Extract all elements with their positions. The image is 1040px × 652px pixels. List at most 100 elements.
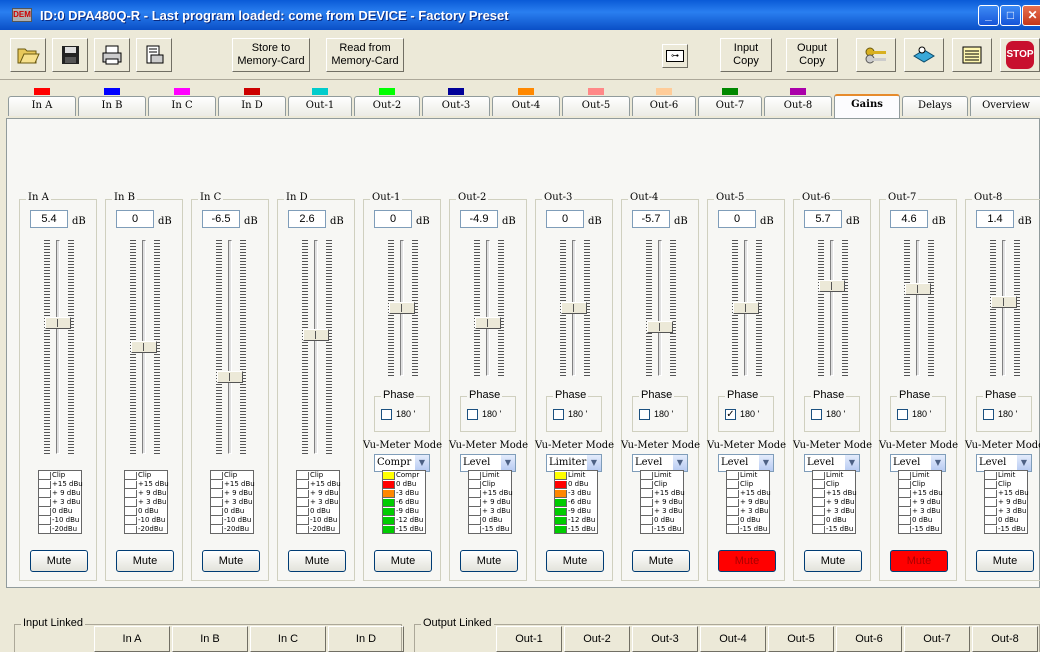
mute-button[interactable]: Mute (632, 550, 690, 572)
meter-segment (727, 508, 739, 516)
phase-checkbox[interactable] (639, 409, 650, 420)
gain-value-field[interactable]: 1.4 (976, 210, 1014, 228)
gain-fader-thumb[interactable] (991, 296, 1017, 308)
output-link-out-6-button[interactable]: Out-6 (836, 626, 902, 652)
gain-value-field[interactable]: 4.6 (890, 210, 928, 228)
tab-out-4[interactable]: Out-4 (492, 96, 560, 116)
phase-checkbox[interactable] (381, 409, 392, 420)
phase-label: Phase (467, 389, 503, 401)
output-link-out-4-button[interactable]: Out-4 (700, 626, 766, 652)
phase-checkbox[interactable] (897, 409, 908, 420)
tab-overview[interactable]: Overview (970, 96, 1040, 116)
mute-button[interactable]: Mute (116, 550, 174, 572)
output-link-out-3-button[interactable]: Out-3 (632, 626, 698, 652)
tab-out-2[interactable]: Out-2 (354, 96, 420, 116)
store-to-memory-card-button[interactable]: Store to Memory-Card (232, 38, 310, 72)
gain-fader-thumb[interactable] (45, 317, 71, 329)
print-preview-button[interactable] (136, 38, 172, 72)
lock-button[interactable]: ⊶ (662, 44, 688, 68)
phase-checkbox[interactable]: ✓ (725, 409, 736, 420)
mute-button[interactable]: Mute (288, 550, 346, 572)
gain-value-field[interactable]: 5.4 (30, 210, 68, 228)
tab-out-3[interactable]: Out-3 (422, 96, 490, 116)
input-link-in-a-button[interactable]: In A (94, 626, 170, 652)
phase-checkbox[interactable] (811, 409, 822, 420)
fader-scale (990, 240, 996, 376)
tab-in-d[interactable]: In D (218, 96, 286, 116)
tab-delays[interactable]: Delays (902, 96, 968, 116)
gain-value-field[interactable]: -6.5 (202, 210, 240, 228)
mute-button[interactable]: Mute (374, 550, 432, 572)
gain-fader-thumb[interactable] (561, 302, 587, 314)
input-copy-button[interactable]: Input Copy (720, 38, 772, 72)
meter-label: + 3 dBu (740, 507, 769, 515)
save-button[interactable] (52, 38, 88, 72)
tab-gains[interactable]: Gains (834, 94, 900, 118)
gain-fader-thumb[interactable] (131, 341, 157, 353)
input-link-in-c-button[interactable]: In C (250, 626, 326, 652)
input-link-in-b-button[interactable]: In B (172, 626, 248, 652)
gain-fader-thumb[interactable] (819, 280, 845, 292)
output-link-out-8-button[interactable]: Out-8 (972, 626, 1038, 652)
output-link-out-2-button[interactable]: Out-2 (564, 626, 630, 652)
tab-in-c[interactable]: In C (148, 96, 216, 116)
tab-out-5[interactable]: Out-5 (562, 96, 630, 116)
phase-checkbox[interactable] (553, 409, 564, 420)
gain-fader-thumb[interactable] (475, 317, 501, 329)
gain-fader-thumb[interactable] (389, 302, 415, 314)
tab-color-swatch (34, 88, 50, 95)
gain-value-field[interactable]: -5.7 (632, 210, 670, 228)
tab-in-a[interactable]: In A (8, 96, 76, 116)
read-from-memory-card-button[interactable]: Read from Memory-Card (326, 38, 404, 72)
mute-button[interactable]: Mute (460, 550, 518, 572)
gain-value-field[interactable]: 2.6 (288, 210, 326, 228)
channel-out-8: Out-8 1.4 dB Phase 180 ' Vu-Meter Mode Level… (965, 192, 1040, 581)
output-copy-button[interactable]: Ouput Copy (786, 38, 838, 72)
gain-fader-thumb[interactable] (217, 371, 243, 383)
tab-out-7[interactable]: Out-7 (698, 96, 762, 116)
close-icon[interactable]: ✕ (1022, 5, 1040, 26)
tab-out-6[interactable]: Out-6 (632, 96, 696, 116)
phase-checkbox[interactable] (983, 409, 994, 420)
gain-value-field[interactable]: 5.7 (804, 210, 842, 228)
stop-button[interactable]: STOP (1000, 38, 1040, 72)
tab-out-1[interactable]: Out-1 (288, 96, 352, 116)
meter-segment (297, 526, 309, 534)
gain-value-field[interactable]: 0 (374, 210, 412, 228)
gain-value-field[interactable]: 0 (718, 210, 756, 228)
output-link-out-5-button[interactable]: Out-5 (768, 626, 834, 652)
input-link-in-d-button[interactable]: In D (328, 626, 404, 652)
tab-out-8[interactable]: Out-8 (764, 96, 832, 116)
meter-segment (383, 472, 395, 480)
device-button[interactable] (904, 38, 944, 72)
tab-color-swatch (379, 88, 395, 95)
mute-button[interactable]: Mute (546, 550, 604, 572)
output-link-out-1-button[interactable]: Out-1 (496, 626, 562, 652)
phase-checkbox[interactable] (467, 409, 478, 420)
meter-segment (899, 517, 911, 525)
mute-button[interactable]: Mute (30, 550, 88, 572)
gain-value-field[interactable]: -4.9 (460, 210, 498, 228)
gain-value-field[interactable]: 0 (546, 210, 584, 228)
notes-button[interactable] (952, 38, 992, 72)
maximize-icon[interactable]: □ (1000, 5, 1021, 26)
gain-fader-thumb[interactable] (733, 302, 759, 314)
gain-fader-thumb[interactable] (647, 321, 673, 333)
mute-button[interactable]: Mute (718, 550, 776, 572)
mute-button[interactable]: Mute (976, 550, 1034, 572)
mute-button[interactable]: Mute (202, 550, 260, 572)
open-button[interactable] (10, 38, 46, 72)
mute-button[interactable]: Mute (890, 550, 948, 572)
gain-fader-thumb[interactable] (905, 283, 931, 295)
meter-segment (727, 499, 739, 507)
mute-button[interactable]: Mute (804, 550, 862, 572)
gain-fader-thumb[interactable] (303, 329, 329, 341)
meter-label: 0 dBu (654, 516, 675, 524)
output-link-out-7-button[interactable]: Out-7 (904, 626, 970, 652)
tab-in-b[interactable]: In B (78, 96, 146, 116)
keys-icon (865, 47, 886, 64)
keys-button[interactable] (856, 38, 896, 72)
print-button[interactable] (94, 38, 130, 72)
minimize-icon[interactable]: _ (978, 5, 999, 26)
gain-value-field[interactable]: 0 (116, 210, 154, 228)
